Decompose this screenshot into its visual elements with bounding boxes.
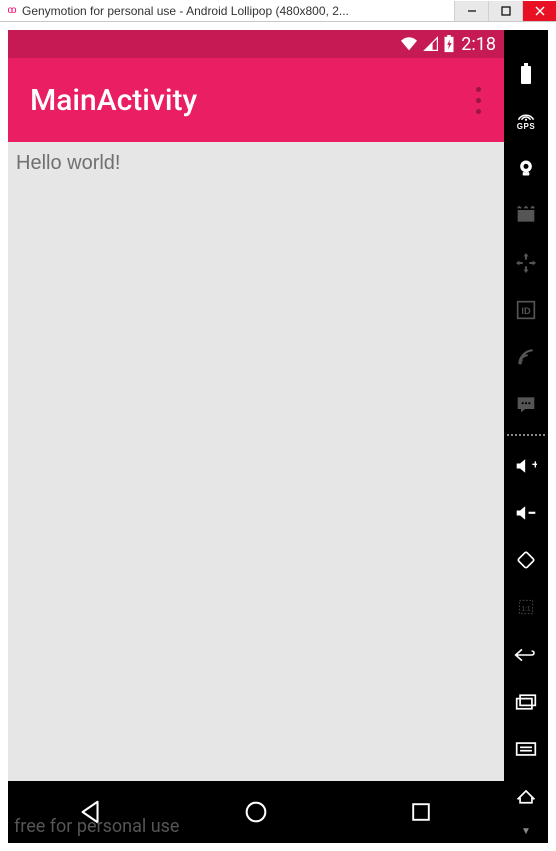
watermark-text: free for personal use (14, 816, 179, 837)
window-titlebar: oo Genymotion for personal use - Android… (0, 0, 556, 22)
hw-back-button[interactable] (514, 643, 538, 666)
battery-charging-icon (443, 35, 455, 53)
svg-text:1:1: 1:1 (521, 606, 531, 613)
window-controls (454, 1, 556, 21)
overflow-menu-button[interactable] (466, 82, 490, 118)
volume-down-button[interactable] (514, 501, 538, 524)
toolbar-expand-icon[interactable]: ▼ (521, 826, 531, 837)
minimize-button[interactable] (454, 1, 488, 21)
status-time: 2:18 (461, 34, 496, 55)
pixel-perfect-icon[interactable]: 1:1 (514, 596, 538, 619)
screencast-tool-icon[interactable] (514, 204, 538, 227)
rotate-button[interactable] (514, 549, 538, 572)
gps-label: GPS (517, 122, 535, 131)
camera-tool-icon[interactable] (514, 157, 538, 180)
close-button[interactable] (522, 1, 556, 21)
volume-up-button[interactable]: + (514, 454, 538, 477)
window-title: Genymotion for personal use - Android Lo… (22, 4, 454, 18)
app-content: Hello world! (8, 142, 504, 781)
action-bar: MainActivity (8, 58, 504, 142)
identifiers-tool-icon[interactable]: ID (514, 298, 538, 321)
maximize-button[interactable] (488, 1, 522, 21)
nav-home-button[interactable] (226, 782, 286, 842)
hello-text: Hello world! (16, 152, 120, 174)
gps-tool-icon[interactable]: GPS (514, 109, 538, 132)
genymotion-icon: oo (4, 4, 18, 18)
svg-text:+: + (532, 457, 537, 471)
nav-recent-button[interactable] (391, 782, 451, 842)
emulator-toolbar: GPS ID + (504, 30, 548, 843)
hw-menu-button[interactable] (514, 738, 538, 761)
wifi-icon (399, 36, 419, 52)
signal-icon (423, 36, 439, 52)
battery-tool-icon[interactable] (514, 62, 538, 85)
app-title: MainActivity (30, 83, 466, 118)
toolbar-divider (507, 434, 545, 436)
network-tool-icon[interactable] (514, 346, 538, 369)
android-nav-bar: free for personal use (8, 781, 504, 843)
svg-text:ID: ID (521, 306, 531, 316)
sms-tool-icon[interactable] (514, 393, 538, 416)
status-bar: 2:18 (8, 30, 504, 58)
remote-tool-icon[interactable] (514, 251, 538, 274)
android-screen: 2:18 MainActivity Hello world! free for … (8, 30, 504, 843)
hw-recent-button[interactable] (514, 690, 538, 713)
hw-home-button[interactable] (514, 785, 538, 808)
